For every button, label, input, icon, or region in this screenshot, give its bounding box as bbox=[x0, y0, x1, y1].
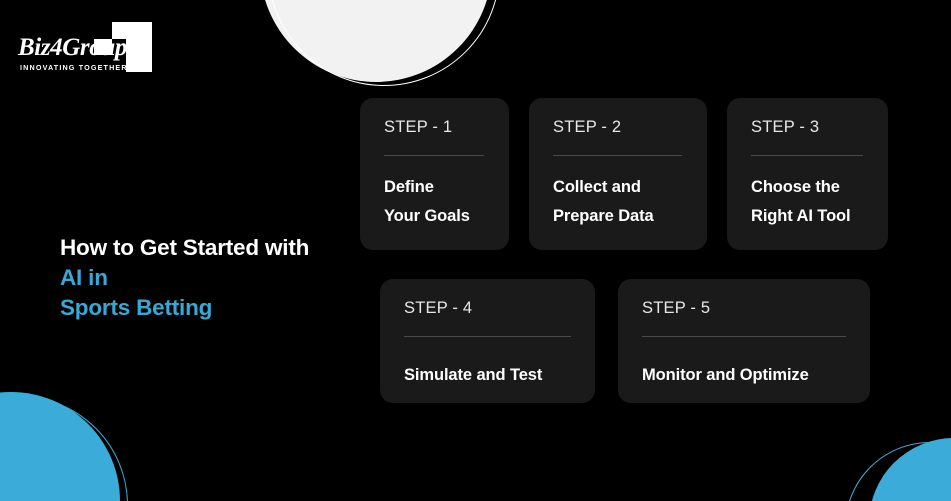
circle-top-white-outline-decoration bbox=[268, 0, 500, 86]
step-card-title: Monitor and Optimize bbox=[642, 366, 809, 384]
step-card-1[interactable]: STEP - 1 Define Your Goals bbox=[360, 98, 509, 250]
step-card-divider bbox=[404, 336, 571, 337]
logo-wordmark: Biz4Group bbox=[18, 34, 127, 61]
circle-bottom-right-blue-outline-decoration bbox=[845, 442, 951, 501]
circle-bottom-left-blue-filled-decoration bbox=[0, 392, 120, 501]
step-card-label: STEP - 4 bbox=[404, 299, 473, 317]
page-title-line-2: AI in bbox=[60, 265, 108, 290]
logo-tagline: INNOVATING TOGETHER bbox=[20, 63, 128, 72]
page-title: How to Get Started with AI in Sports Bet… bbox=[60, 233, 380, 323]
circle-top-white-filled-decoration bbox=[260, 0, 492, 82]
step-card-label: STEP - 3 bbox=[751, 118, 820, 136]
step-card-label: STEP - 1 bbox=[384, 118, 453, 136]
step-card-divider bbox=[384, 155, 484, 156]
circle-bottom-left-blue-outline-decoration bbox=[0, 396, 128, 501]
infographic-slide: Biz4Group INNOVATING TOGETHER How to Get… bbox=[0, 0, 951, 501]
page-title-line-1: How to Get Started with bbox=[60, 235, 310, 260]
step-card-divider bbox=[553, 155, 682, 156]
page-title-line-3: Sports Betting bbox=[60, 295, 213, 320]
step-card-label: STEP - 5 bbox=[642, 299, 711, 317]
circle-bottom-right-blue-filled-decoration bbox=[869, 438, 951, 501]
step-card-3[interactable]: STEP - 3 Choose the Right AI Tool bbox=[727, 98, 888, 250]
step-card-title: Choose the Right AI Tool bbox=[751, 178, 851, 225]
step-card-2[interactable]: STEP - 2 Collect and Prepare Data bbox=[529, 98, 707, 250]
step-card-title: Simulate and Test bbox=[404, 366, 543, 384]
step-card-title: Collect and Prepare Data bbox=[553, 178, 654, 225]
step-card-divider bbox=[642, 336, 846, 337]
step-card-label: STEP - 2 bbox=[553, 118, 622, 136]
brand-logo: Biz4Group INNOVATING TOGETHER bbox=[18, 22, 152, 76]
step-card-5[interactable]: STEP - 5 Monitor and Optimize bbox=[618, 279, 870, 403]
step-card-divider bbox=[751, 155, 863, 156]
step-card-4[interactable]: STEP - 4 Simulate and Test bbox=[380, 279, 595, 403]
step-card-title: Define Your Goals bbox=[384, 178, 470, 225]
